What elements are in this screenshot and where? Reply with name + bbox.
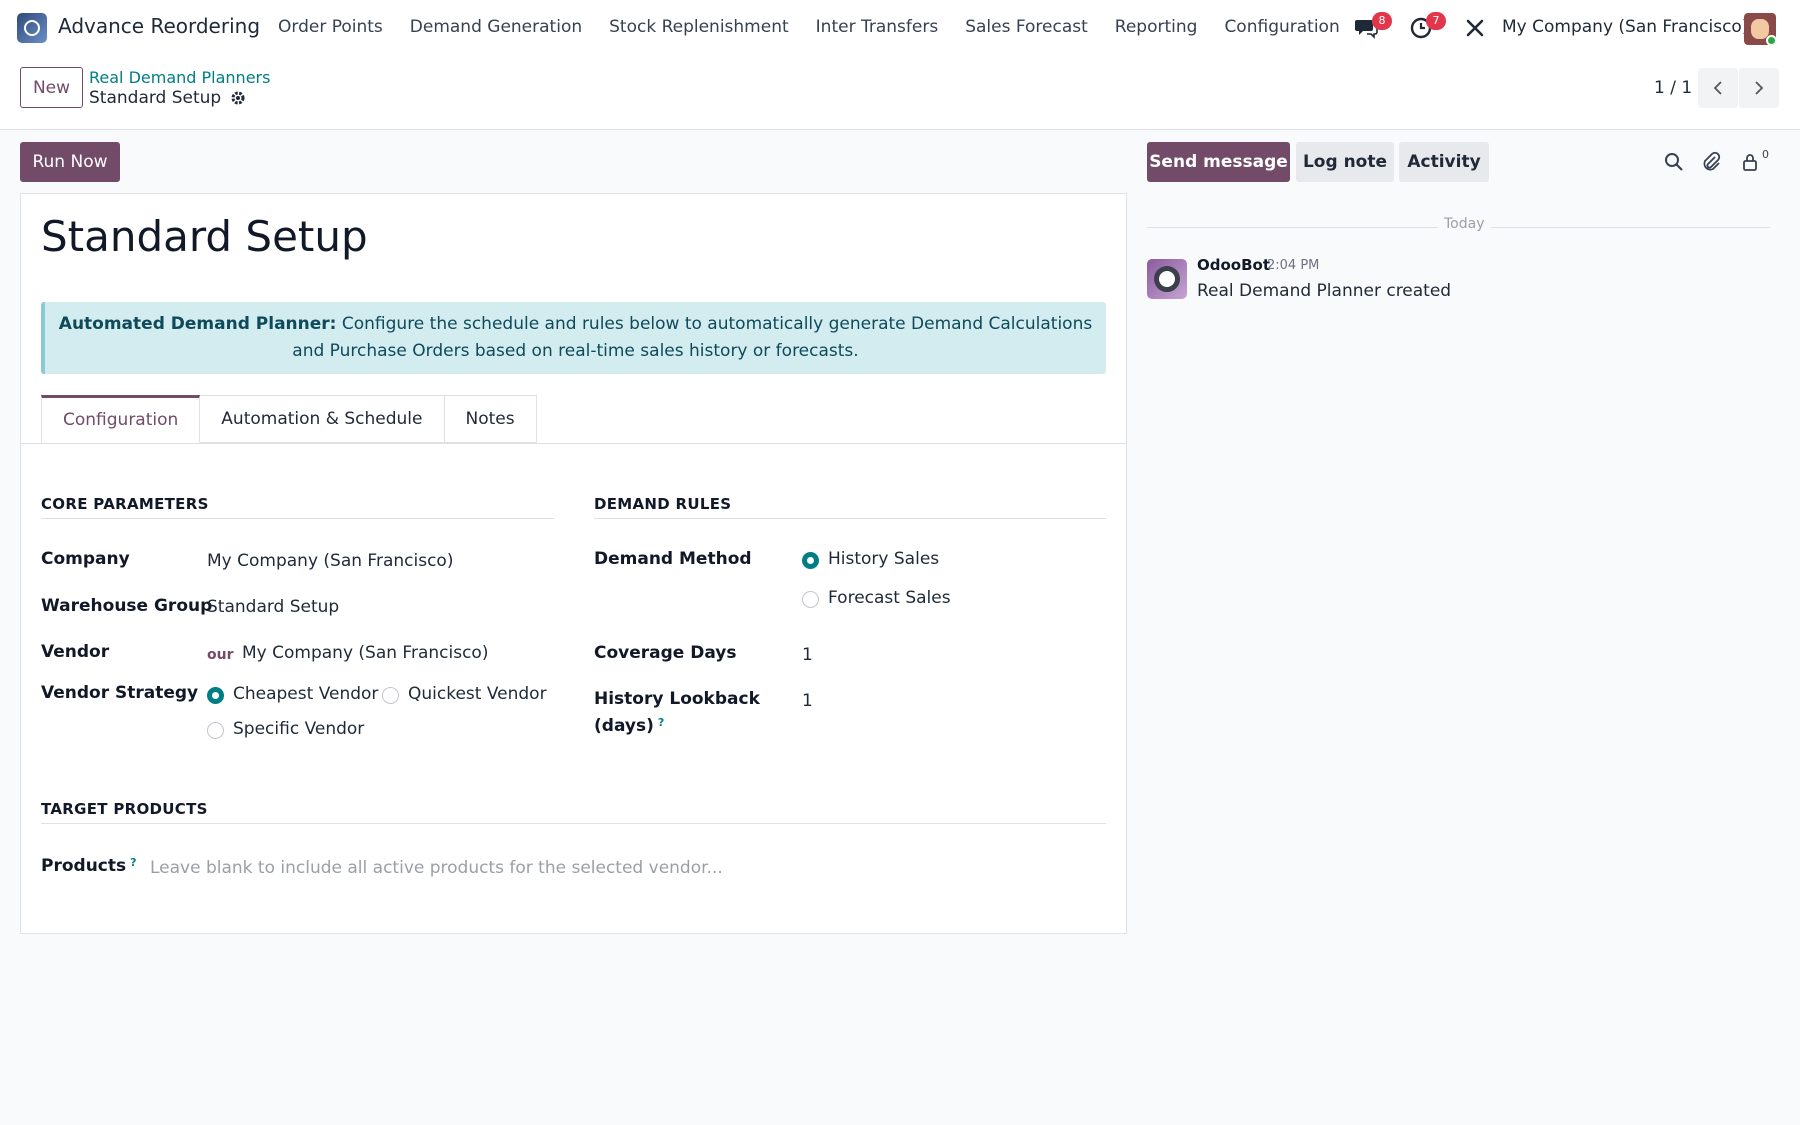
company-field[interactable]: My Company (San Francisco) bbox=[207, 551, 453, 571]
tools-icon bbox=[1466, 19, 1484, 37]
search-icon[interactable] bbox=[1664, 152, 1684, 172]
cheapest-vendor-option[interactable]: Cheapest Vendor bbox=[233, 684, 378, 704]
paperclip-icon[interactable] bbox=[1701, 151, 1721, 173]
products-input[interactable]: Leave blank to include all active produc… bbox=[150, 858, 723, 878]
history-lookback-label-unit: (days)? bbox=[594, 716, 664, 736]
target-products-heading: TARGET PRODUCTS bbox=[41, 800, 208, 818]
forecast-sales-radio[interactable] bbox=[802, 591, 819, 608]
quickest-vendor-option[interactable]: Quickest Vendor bbox=[408, 684, 547, 704]
coverage-days-field[interactable]: 1 bbox=[802, 645, 813, 665]
activities-badge: 7 bbox=[1426, 12, 1446, 30]
message-time: 2:04 PM bbox=[1267, 258, 1320, 273]
quickest-vendor-radio[interactable] bbox=[382, 687, 399, 704]
breadcrumb-parent[interactable]: Real Demand Planners bbox=[89, 68, 270, 87]
new-button[interactable]: New bbox=[20, 67, 83, 108]
section-divider bbox=[594, 518, 1106, 519]
demand-method-label: Demand Method bbox=[594, 549, 752, 569]
top-navbar: Advance Reordering Order Points Demand G… bbox=[0, 0, 1800, 56]
history-sales-radio[interactable] bbox=[802, 552, 819, 569]
messages-badge: 8 bbox=[1372, 12, 1392, 30]
section-divider bbox=[41, 823, 1106, 824]
online-status-dot bbox=[1766, 35, 1776, 45]
tab-notes[interactable]: Notes bbox=[444, 395, 537, 443]
gear-icon[interactable] bbox=[230, 90, 246, 106]
menu-demand-generation[interactable]: Demand Generation bbox=[410, 17, 582, 37]
core-parameters-heading: CORE PARAMETERS bbox=[41, 495, 209, 513]
menu-order-points[interactable]: Order Points bbox=[278, 17, 383, 37]
lookback-help-icon[interactable]: ? bbox=[658, 716, 664, 729]
tab-automation-schedule[interactable]: Automation & Schedule bbox=[200, 395, 445, 443]
vendor-label: Vendor bbox=[41, 642, 110, 662]
menu-inter-transfers[interactable]: Inter Transfers bbox=[816, 17, 939, 37]
pager-previous-button[interactable] bbox=[1698, 68, 1738, 108]
menu-stock-replenishment[interactable]: Stock Replenishment bbox=[609, 17, 789, 37]
section-divider bbox=[41, 518, 554, 519]
chevron-right-icon bbox=[1755, 81, 1764, 95]
history-lookback-label: History Lookback bbox=[594, 689, 760, 709]
app-title[interactable]: Advance Reordering bbox=[58, 14, 260, 38]
run-now-button[interactable]: Run Now bbox=[20, 142, 120, 182]
menu-sales-forecast[interactable]: Sales Forecast bbox=[965, 17, 1088, 37]
company-switcher[interactable]: My Company (San Francisco) bbox=[1502, 17, 1748, 37]
specific-vendor-radio[interactable] bbox=[207, 722, 224, 739]
message-body: Real Demand Planner created bbox=[1197, 281, 1452, 301]
coverage-days-label: Coverage Days bbox=[594, 643, 737, 663]
send-message-button[interactable]: Send message bbox=[1147, 142, 1290, 182]
history-lookback-field[interactable]: 1 bbox=[802, 691, 813, 711]
specific-vendor-option[interactable]: Specific Vendor bbox=[233, 719, 364, 739]
record-title[interactable]: Standard Setup bbox=[41, 212, 368, 261]
menu-configuration[interactable]: Configuration bbox=[1224, 17, 1339, 37]
cheapest-vendor-radio[interactable] bbox=[207, 687, 224, 704]
main-menu: Order Points Demand Generation Stock Rep… bbox=[278, 17, 1367, 37]
app-menu-icon[interactable] bbox=[17, 13, 47, 43]
pager-next-button[interactable] bbox=[1739, 68, 1779, 108]
breadcrumb-current: Standard Setup bbox=[89, 88, 246, 108]
vendor-field[interactable]: My Company (San Francisco) bbox=[242, 643, 488, 663]
activity-button[interactable]: Activity bbox=[1399, 142, 1489, 182]
chevron-left-icon bbox=[1713, 81, 1722, 95]
log-note-button[interactable]: Log note bbox=[1296, 142, 1394, 182]
date-separator: Today bbox=[1438, 216, 1491, 232]
vendor-strategy-label: Vendor Strategy bbox=[41, 683, 199, 703]
followers-icon[interactable] bbox=[1741, 152, 1759, 172]
notebook-tabs: Configuration Automation & Schedule Note… bbox=[41, 395, 537, 443]
forecast-sales-option[interactable]: Forecast Sales bbox=[828, 588, 951, 608]
vendor-avatar-tag: our bbox=[207, 647, 234, 663]
user-avatar[interactable] bbox=[1744, 13, 1776, 45]
history-lookback-unit: (days) bbox=[594, 716, 654, 736]
menu-reporting[interactable]: Reporting bbox=[1115, 17, 1198, 37]
message-author[interactable]: OdooBot bbox=[1197, 256, 1270, 274]
debug-tools[interactable] bbox=[1465, 0, 1485, 56]
pager-value[interactable]: 1 / 1 bbox=[1654, 78, 1692, 98]
control-panel: New Real Demand Planners Standard Setup … bbox=[0, 56, 1800, 130]
products-label-text: Products bbox=[41, 856, 127, 876]
products-label: Products? bbox=[41, 856, 137, 876]
products-help-icon[interactable]: ? bbox=[130, 856, 136, 869]
alert-text: Configure the schedule and rules below t… bbox=[292, 314, 1093, 361]
alert-heading: Automated Demand Planner: bbox=[58, 314, 337, 334]
form-sheet: Standard Setup Automated Demand Planner:… bbox=[20, 193, 1127, 934]
odoobot-avatar[interactable] bbox=[1147, 259, 1187, 299]
warehouse-group-label: Warehouse Group bbox=[41, 596, 213, 616]
followers-count: 0 bbox=[1762, 148, 1769, 161]
history-sales-option[interactable]: History Sales bbox=[828, 549, 939, 569]
warehouse-group-field[interactable]: Standard Setup bbox=[207, 597, 339, 617]
tab-divider bbox=[21, 443, 1126, 444]
demand-rules-heading: DEMAND RULES bbox=[594, 495, 732, 513]
tab-configuration[interactable]: Configuration bbox=[41, 395, 201, 443]
info-alert: Automated Demand Planner: Configure the … bbox=[41, 302, 1106, 374]
company-label: Company bbox=[41, 549, 130, 569]
breadcrumb-current-label: Standard Setup bbox=[89, 88, 222, 108]
